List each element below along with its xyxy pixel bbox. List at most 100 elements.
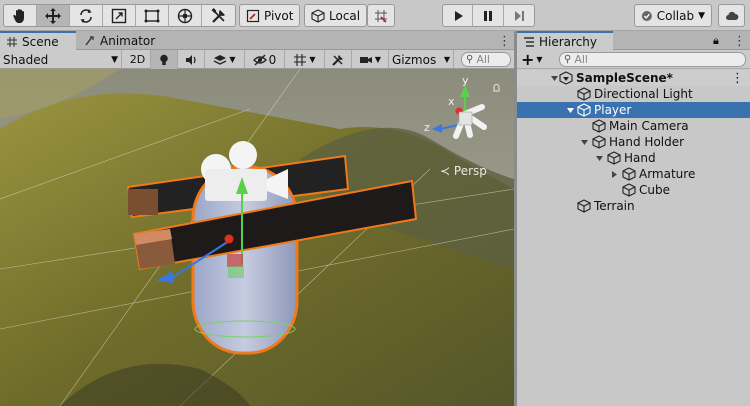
- pause-icon: [484, 10, 493, 21]
- collab-label: Collab: [656, 8, 695, 23]
- scale-tool-button[interactable]: [103, 5, 136, 26]
- collab-dropdown[interactable]: Collab ▼: [634, 4, 712, 27]
- gameobject-cube-icon: [607, 151, 621, 165]
- playmode-controls: [442, 4, 535, 27]
- custom-tool-button[interactable]: [202, 5, 235, 26]
- rect-tool-button[interactable]: [136, 5, 169, 26]
- gameobject-cube-icon: [577, 87, 591, 101]
- create-dropdown[interactable]: + ▼: [521, 50, 543, 69]
- chevron-down-icon: ▼: [374, 55, 382, 64]
- hand-tool-button[interactable]: [4, 5, 37, 26]
- local-cube-icon: [311, 8, 325, 23]
- rotate-tool-button[interactable]: [70, 5, 103, 26]
- local-toggle-button[interactable]: Local: [304, 4, 368, 27]
- hierarchy-item-main-camera[interactable]: Main Camera: [517, 118, 750, 134]
- main-toolbar: Pivot Local Collab ▼: [0, 0, 750, 31]
- grid-dropdown[interactable]: ▼: [285, 50, 325, 69]
- x-axis-handle: [224, 234, 234, 244]
- expand-arrow-icon[interactable]: [549, 73, 559, 83]
- pivot-label: Pivot: [264, 8, 294, 23]
- xy-plane-handle: [228, 266, 244, 278]
- hierarchy-item-terrain[interactable]: Terrain: [517, 198, 750, 214]
- hierarchy-item-hand[interactable]: Hand: [517, 150, 750, 166]
- tab-hierarchy[interactable]: Hierarchy: [517, 31, 613, 50]
- tab-scene-label: Scene: [22, 34, 59, 49]
- hierarchy-item-cube[interactable]: Cube: [517, 182, 750, 198]
- hierarchy-item-hand-holder[interactable]: Hand Holder: [517, 134, 750, 150]
- hand-icon: [13, 8, 24, 23]
- expand-arrow-icon[interactable]: [565, 105, 575, 115]
- scene-root-row[interactable]: SampleScene* ⋮: [517, 70, 750, 86]
- scale-icon: [111, 8, 127, 23]
- hierarchy-more-menu-icon[interactable]: ⋮: [733, 34, 746, 49]
- transform-tool-button[interactable]: [169, 5, 202, 26]
- pause-button[interactable]: [473, 5, 504, 26]
- gameobject-cube-icon: [622, 183, 636, 197]
- hierarchy-item-player[interactable]: Player: [517, 102, 750, 118]
- scene-view-toolbar: Shaded ▼ 2D ▼ 0 ▼ ▼ Gizmos ▼ ⚲ All: [0, 50, 514, 69]
- step-icon: [514, 10, 524, 21]
- lock-icon[interactable]: 🔒︎: [713, 34, 719, 48]
- cloud-button[interactable]: [718, 4, 745, 27]
- gameobject-cube-icon: [592, 135, 606, 149]
- grid-snap-button[interactable]: [367, 4, 395, 27]
- gameobject-cube-icon: [577, 103, 591, 117]
- hierarchy-search-input[interactable]: ⚲ All: [559, 52, 746, 67]
- move-tool-button[interactable]: [37, 5, 70, 26]
- scene-more-menu-icon[interactable]: ⋮: [498, 34, 511, 49]
- chevron-down-icon: ▼: [698, 10, 705, 21]
- scene-camera-dropdown[interactable]: ▼: [352, 50, 389, 69]
- scene-visibility-toggle[interactable]: 0: [245, 50, 285, 69]
- component-tools-button[interactable]: [325, 50, 352, 69]
- hierarchy-item-label: Directional Light: [594, 87, 693, 101]
- hierarchy-tabbar: Hierarchy 🔒︎ ⋮: [517, 31, 750, 50]
- scene-tabbar: Scene Animator ⋮: [0, 31, 514, 50]
- step-button[interactable]: [504, 5, 534, 26]
- hierarchy-item-label: Armature: [639, 167, 696, 181]
- hierarchy-item-label: Hand Holder: [609, 135, 685, 149]
- pivot-toggle-button[interactable]: Pivot: [239, 4, 301, 27]
- speaker-icon: [186, 54, 196, 65]
- animator-icon: [85, 35, 94, 45]
- expand-arrow-icon[interactable]: [579, 137, 589, 147]
- hierarchy-item-label: Terrain: [594, 199, 635, 213]
- effects-dropdown[interactable]: ▼: [205, 50, 245, 69]
- hierarchy-item-directional-light[interactable]: Directional Light: [517, 86, 750, 102]
- collapsed-arrow-icon[interactable]: [609, 169, 619, 179]
- scene-search-placeholder: All: [476, 53, 490, 66]
- play-button[interactable]: [443, 5, 474, 26]
- lighting-toggle[interactable]: [151, 50, 178, 69]
- gizmo-x-label: x: [448, 95, 455, 108]
- gizmos-dropdown[interactable]: Gizmos ▼: [389, 50, 454, 69]
- search-icon: ⚲: [466, 54, 474, 65]
- scene-viewport[interactable]: y x z ≺ Persp: [0, 69, 514, 406]
- toggle-2d-label: 2D: [129, 53, 146, 66]
- list-icon: [524, 36, 534, 47]
- cloud-icon: [725, 11, 738, 20]
- rect-icon: [144, 9, 160, 22]
- tab-animator[interactable]: Animator: [78, 31, 161, 50]
- perspective-toggle[interactable]: ≺ Persp: [440, 164, 487, 178]
- chevron-down-icon: ▼: [536, 55, 543, 64]
- hidden-count: 0: [268, 52, 277, 67]
- expand-arrow-icon[interactable]: [594, 153, 604, 163]
- toggle-2d-button[interactable]: 2D: [125, 50, 151, 69]
- audio-toggle[interactable]: [178, 50, 205, 69]
- hierarchy-tree: SampleScene* ⋮ Directional Light Player …: [517, 69, 750, 406]
- local-label: Local: [329, 8, 361, 23]
- chevron-down-icon: ▼: [443, 55, 450, 64]
- tools-icon: [332, 54, 343, 66]
- scene-search-input[interactable]: ⚲ All: [461, 52, 511, 67]
- video-camera-icon: [359, 56, 372, 63]
- search-icon: ⚲: [564, 54, 572, 65]
- xz-plane-handle: [227, 254, 243, 267]
- rotate-icon: [80, 8, 92, 23]
- hierarchy-search-placeholder: All: [574, 53, 588, 66]
- transform-tools: [3, 4, 236, 27]
- hierarchy-item-armature[interactable]: Armature: [517, 166, 750, 182]
- eye-hidden-icon: [252, 54, 267, 65]
- hierarchy-item-label: Player: [594, 103, 632, 117]
- shading-mode-dropdown[interactable]: Shaded ▼: [0, 50, 122, 69]
- scene-more-menu-icon[interactable]: ⋮: [731, 71, 744, 86]
- tab-scene[interactable]: Scene: [0, 31, 76, 50]
